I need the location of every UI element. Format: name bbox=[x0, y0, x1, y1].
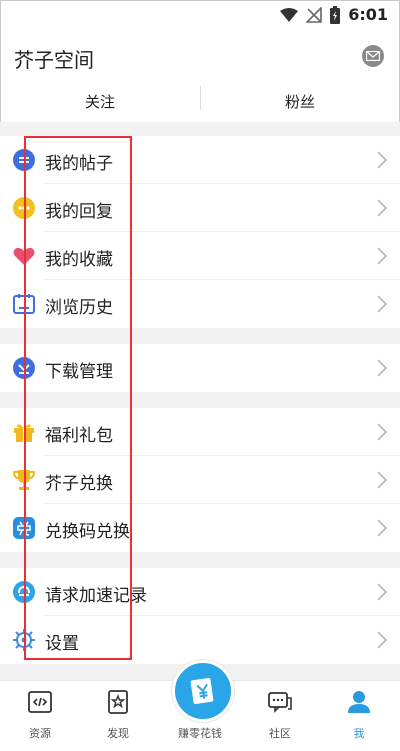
section-gap bbox=[0, 392, 400, 408]
tab-label: 资源 bbox=[29, 727, 51, 740]
tab-following[interactable]: 关注 bbox=[0, 84, 200, 118]
tab-resources[interactable]: 资源 bbox=[10, 689, 70, 741]
section-gap bbox=[0, 328, 400, 344]
redeem-code-icon bbox=[13, 517, 35, 539]
status-icons: 6:01 bbox=[280, 5, 388, 24]
menu-label: 我的帖子 bbox=[45, 154, 113, 174]
menu-label: 浏览历史 bbox=[45, 298, 113, 318]
menu-label: 设置 bbox=[45, 634, 79, 654]
tab-followers[interactable]: 粉丝 bbox=[200, 84, 400, 118]
wifi-icon bbox=[280, 7, 299, 22]
page-title: 芥子空间 bbox=[14, 48, 94, 72]
earn-money-button[interactable] bbox=[172, 660, 234, 722]
status-time: 6:01 bbox=[348, 5, 388, 24]
menu-item-history[interactable]: 浏览历史 bbox=[0, 280, 400, 328]
mail-icon bbox=[366, 51, 380, 61]
gear-icon bbox=[13, 629, 35, 651]
yen-card-icon bbox=[190, 677, 214, 705]
menu-label: 福利礼包 bbox=[45, 426, 113, 446]
menu-item-speedup-log[interactable]: 请求加速记录 bbox=[0, 568, 400, 616]
menu-label: 兑换码兑换 bbox=[45, 522, 130, 542]
download-icon bbox=[13, 357, 35, 379]
tab-label: 社区 bbox=[269, 727, 291, 740]
menu-item-downloads[interactable]: 下载管理 bbox=[0, 344, 400, 392]
section-gap bbox=[0, 122, 400, 136]
menu-label: 芥子兑换 bbox=[45, 474, 113, 494]
no-signal-icon bbox=[306, 6, 323, 23]
menu-label: 请求加速记录 bbox=[45, 586, 147, 606]
heart-icon bbox=[13, 247, 35, 265]
chevron-right-icon bbox=[377, 359, 388, 377]
battery-icon bbox=[330, 5, 341, 24]
replies-icon bbox=[13, 197, 35, 219]
menu-item-settings[interactable]: 设置 bbox=[0, 616, 400, 664]
menu-item-code-exchange[interactable]: 兑换码兑换 bbox=[0, 504, 400, 552]
tab-label: 发现 bbox=[107, 727, 129, 740]
menu-label: 我的收藏 bbox=[45, 250, 113, 270]
menu-label: 我的回复 bbox=[45, 202, 113, 222]
menu-item-my-favorites[interactable]: 我的收藏 bbox=[0, 232, 400, 280]
status-bar: 6:01 bbox=[0, 0, 400, 30]
tab-community[interactable]: 社区 bbox=[250, 689, 310, 741]
menu-item-my-replies[interactable]: 我的回复 bbox=[0, 184, 400, 232]
chevron-right-icon bbox=[377, 583, 388, 601]
trophy-icon bbox=[12, 470, 36, 490]
message-button[interactable] bbox=[362, 45, 384, 67]
code-icon bbox=[28, 691, 52, 713]
earn-money-label: 赚零花钱 bbox=[178, 727, 222, 740]
menu-item-gift-pack[interactable]: 福利礼包 bbox=[0, 408, 400, 456]
star-badge-icon bbox=[108, 690, 128, 714]
tab-discover[interactable]: 发现 bbox=[88, 689, 148, 741]
chevron-right-icon bbox=[377, 247, 388, 265]
calendar-icon bbox=[13, 294, 35, 314]
chat-icon bbox=[268, 692, 292, 713]
tab-me[interactable]: 我 bbox=[329, 689, 389, 741]
tab-divider bbox=[200, 86, 201, 110]
user-icon bbox=[348, 691, 370, 713]
posts-icon bbox=[13, 149, 35, 171]
tab-label: 我 bbox=[353, 727, 365, 740]
chevron-right-icon bbox=[377, 471, 388, 489]
gift-icon bbox=[14, 424, 34, 442]
chevron-right-icon bbox=[377, 199, 388, 217]
chevron-right-icon bbox=[377, 631, 388, 649]
section-gap bbox=[0, 552, 400, 568]
menu-item-exchange[interactable]: 芥子兑换 bbox=[0, 456, 400, 504]
chevron-right-icon bbox=[377, 519, 388, 537]
chevron-right-icon bbox=[377, 295, 388, 313]
menu-label: 下载管理 bbox=[45, 362, 113, 382]
speedup-icon bbox=[13, 581, 35, 603]
chevron-right-icon bbox=[377, 151, 388, 169]
menu-item-my-posts[interactable]: 我的帖子 bbox=[0, 136, 400, 184]
chevron-right-icon bbox=[377, 423, 388, 441]
